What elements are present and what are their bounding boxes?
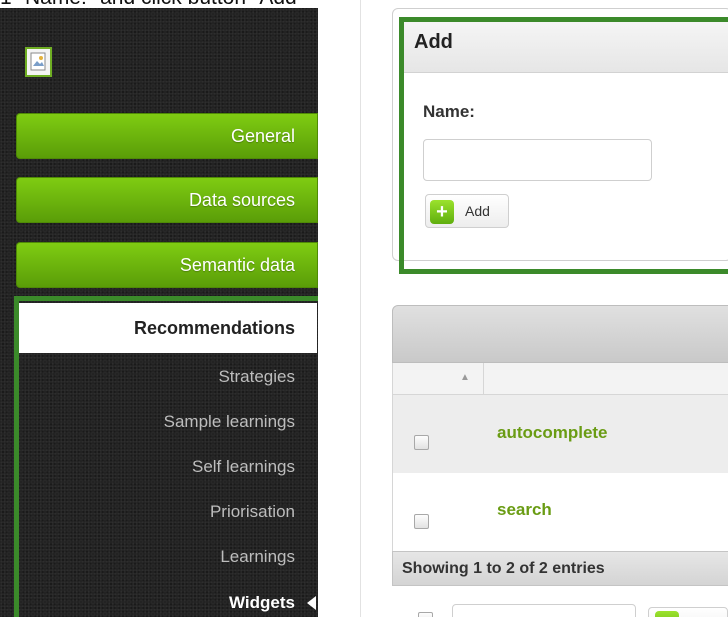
name-label: Name: xyxy=(423,102,475,121)
table-row xyxy=(392,473,728,551)
bulk-action-input[interactable] xyxy=(452,604,636,617)
plus-icon: + xyxy=(430,200,454,224)
subnav-learnings[interactable]: Learnings xyxy=(19,547,295,567)
add-button[interactable]: + Add xyxy=(425,194,509,228)
row-link-search[interactable]: search xyxy=(497,500,552,520)
name-input[interactable] xyxy=(423,139,652,181)
subnav-widgets[interactable]: Widgets xyxy=(19,593,295,613)
row-checkbox[interactable] xyxy=(414,435,429,450)
row-checkbox[interactable] xyxy=(414,514,429,529)
add-button-label: Add xyxy=(465,203,490,219)
broken-image-icon xyxy=(25,47,52,77)
nav-semantic-data[interactable]: Semantic data xyxy=(16,242,318,288)
nav-data-sources[interactable]: Data sources xyxy=(16,177,318,223)
plus-icon xyxy=(655,611,679,617)
add-panel-title: Add xyxy=(414,31,453,53)
nav-recommendations[interactable]: Recommendations xyxy=(19,303,317,353)
subnav-sample-learnings[interactable]: Sample learnings xyxy=(19,412,295,432)
row-link-autocomplete[interactable]: autocomplete xyxy=(497,423,608,443)
select-all-checkbox[interactable] xyxy=(418,612,433,617)
active-caret-icon xyxy=(307,596,316,610)
table-header xyxy=(392,305,728,363)
table-info: Showing 1 to 2 of 2 entries xyxy=(402,560,605,577)
subnav-priorisation[interactable]: Priorisation xyxy=(19,502,295,522)
sort-ascending-icon[interactable]: ▲ xyxy=(460,372,470,383)
column-divider xyxy=(483,363,484,395)
bulk-action-button[interactable] xyxy=(648,607,728,617)
content-divider xyxy=(360,0,361,617)
subnav-self-learnings[interactable]: Self learnings xyxy=(19,457,295,477)
table-sort-row xyxy=(392,363,728,395)
nav-general[interactable]: General xyxy=(16,113,318,159)
subnav-strategies[interactable]: Strategies xyxy=(19,367,295,387)
